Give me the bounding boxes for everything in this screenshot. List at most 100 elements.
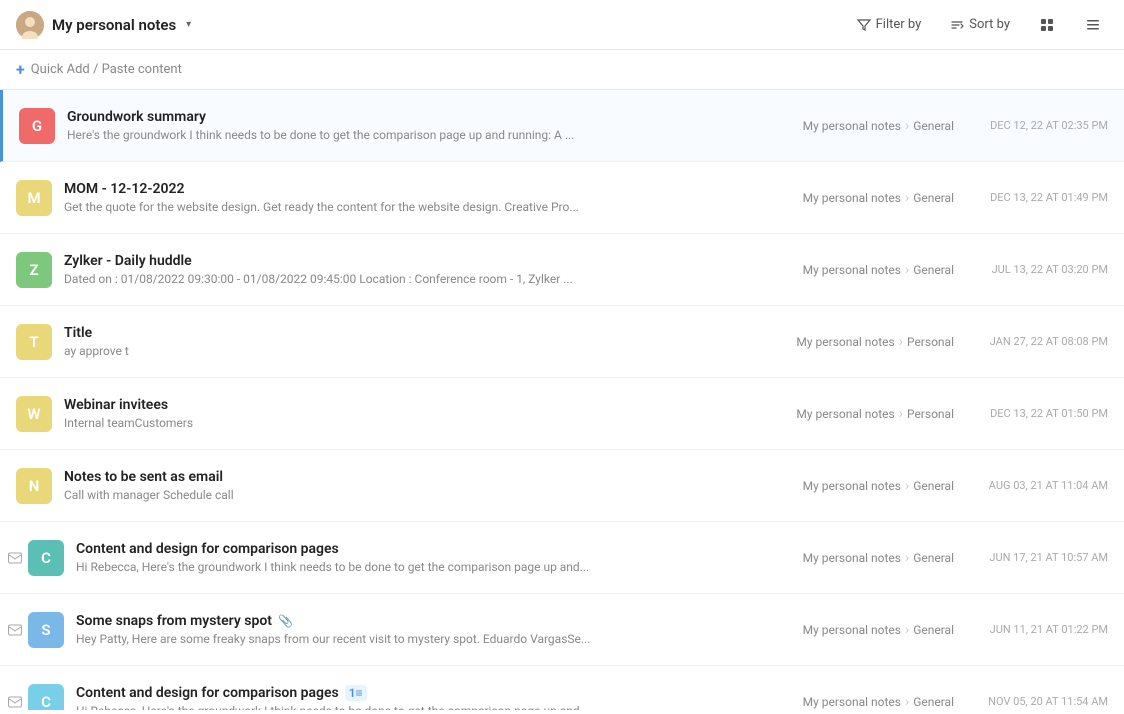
note-snippet: Hey Patty, Here are some freaky snaps fr… bbox=[76, 632, 626, 646]
note-notebook: My personal notes bbox=[803, 623, 901, 637]
note-snippet: Dated on : 01/08/2022 09:30:00 - 01/08/2… bbox=[64, 272, 614, 286]
note-title: Some snaps from mystery spot📎 bbox=[76, 613, 779, 629]
note-item[interactable]: W Webinar invitees Internal teamCustomer… bbox=[0, 378, 1124, 450]
workspace-chevron-icon[interactable]: ▾ bbox=[186, 19, 191, 30]
note-title: Content and design for comparison pages1… bbox=[76, 685, 779, 701]
list-view-button[interactable] bbox=[1078, 10, 1108, 40]
note-content: Content and design for comparison pages … bbox=[76, 541, 779, 574]
note-content: Zylker - Daily huddle Dated on : 01/08/2… bbox=[64, 253, 779, 286]
meta-separator: › bbox=[905, 694, 909, 710]
filter-button[interactable]: Filter by bbox=[850, 13, 928, 37]
note-content: Notes to be sent as email Call with mana… bbox=[64, 469, 779, 502]
note-avatar: G bbox=[19, 108, 55, 144]
avatar bbox=[16, 11, 44, 39]
note-notebook: My personal notes bbox=[803, 479, 901, 493]
note-avatar: C bbox=[28, 684, 64, 711]
workspace-title[interactable]: My personal notes bbox=[52, 16, 176, 34]
note-date: JUL 13, 22 AT 03:20 PM bbox=[978, 263, 1108, 276]
header: My personal notes ▾ Filter by Sort by bbox=[0, 0, 1124, 50]
note-item[interactable]: T Title ay approve t My personal notes ›… bbox=[0, 306, 1124, 378]
note-date: DEC 13, 22 AT 01:50 PM bbox=[978, 407, 1108, 420]
note-date: NOV 05, 20 AT 11:54 AM bbox=[978, 695, 1108, 708]
note-content: Groundwork summary Here's the groundwork… bbox=[67, 109, 779, 142]
note-meta: My personal notes › General bbox=[803, 478, 954, 494]
note-avatar: T bbox=[16, 324, 52, 360]
note-avatar: N bbox=[16, 468, 52, 504]
checklist-icon: 1≡ bbox=[345, 685, 367, 701]
note-item[interactable]: S Some snaps from mystery spot📎 Hey Patt… bbox=[0, 594, 1124, 666]
note-tag: General bbox=[913, 119, 954, 133]
menu-icon bbox=[1085, 17, 1101, 33]
note-tag: General bbox=[913, 191, 954, 205]
grid-view-button[interactable] bbox=[1032, 10, 1062, 40]
note-date: JUN 17, 21 AT 10:57 AM bbox=[978, 551, 1108, 564]
note-meta: My personal notes › General bbox=[803, 262, 954, 278]
note-content: Content and design for comparison pages1… bbox=[76, 685, 779, 710]
note-notebook: My personal notes bbox=[796, 407, 894, 421]
note-meta: My personal notes › General bbox=[803, 694, 954, 710]
note-item[interactable]: C Content and design for comparison page… bbox=[0, 522, 1124, 594]
meta-separator: › bbox=[899, 406, 903, 422]
sort-label: Sort by bbox=[969, 17, 1010, 32]
note-tag: General bbox=[913, 479, 954, 493]
meta-separator: › bbox=[905, 262, 909, 278]
note-snippet: Here's the groundwork I think needs to b… bbox=[67, 128, 617, 142]
note-date: DEC 13, 22 AT 01:49 PM bbox=[978, 191, 1108, 204]
meta-separator: › bbox=[905, 550, 909, 566]
note-meta: My personal notes › Personal bbox=[796, 406, 954, 422]
note-tag: General bbox=[913, 551, 954, 565]
note-snippet: Call with manager Schedule call bbox=[64, 488, 614, 502]
note-notebook: My personal notes bbox=[803, 695, 901, 709]
note-avatar: S bbox=[28, 612, 64, 648]
note-tag: Personal bbox=[907, 407, 954, 421]
note-title: Groundwork summary bbox=[67, 109, 779, 125]
quick-add-label: Quick Add / Paste content bbox=[31, 62, 182, 77]
note-notebook: My personal notes bbox=[803, 263, 901, 277]
note-meta: My personal notes › General bbox=[803, 550, 954, 566]
sort-icon bbox=[949, 17, 965, 33]
note-meta: My personal notes › General bbox=[803, 622, 954, 638]
sort-button[interactable]: Sort by bbox=[943, 13, 1016, 37]
notes-list: G Groundwork summary Here's the groundwo… bbox=[0, 90, 1124, 710]
note-meta: My personal notes › Personal bbox=[796, 334, 954, 350]
meta-separator: › bbox=[905, 190, 909, 206]
note-item[interactable]: N Notes to be sent as email Call with ma… bbox=[0, 450, 1124, 522]
meta-separator: › bbox=[905, 118, 909, 134]
email-indicator-icon bbox=[8, 696, 22, 707]
note-content: Webinar invitees Internal teamCustomers bbox=[64, 397, 772, 430]
quick-add-bar[interactable]: + Quick Add / Paste content bbox=[0, 50, 1124, 90]
note-notebook: My personal notes bbox=[796, 335, 894, 349]
note-title: Notes to be sent as email bbox=[64, 469, 779, 485]
email-indicator-icon bbox=[8, 624, 22, 635]
grid-icon bbox=[1039, 17, 1055, 33]
note-tag: General bbox=[913, 695, 954, 709]
header-left: My personal notes ▾ bbox=[16, 11, 191, 39]
note-item[interactable]: Z Zylker - Daily huddle Dated on : 01/08… bbox=[0, 234, 1124, 306]
note-notebook: My personal notes bbox=[803, 551, 901, 565]
note-title: Title bbox=[64, 325, 772, 341]
meta-separator: › bbox=[899, 334, 903, 350]
filter-label: Filter by bbox=[876, 17, 922, 32]
note-item[interactable]: C Content and design for comparison page… bbox=[0, 666, 1124, 710]
note-item[interactable]: G Groundwork summary Here's the groundwo… bbox=[0, 90, 1124, 162]
note-notebook: My personal notes bbox=[803, 119, 901, 133]
note-item[interactable]: M MOM - 12-12-2022 Get the quote for the… bbox=[0, 162, 1124, 234]
note-tag: General bbox=[913, 263, 954, 277]
note-date: AUG 03, 21 AT 11:04 AM bbox=[978, 479, 1108, 492]
note-avatar: W bbox=[16, 396, 52, 432]
note-title: Zylker - Daily huddle bbox=[64, 253, 779, 269]
note-date: JUN 11, 21 AT 01:22 PM bbox=[978, 623, 1108, 636]
note-tag: General bbox=[913, 623, 954, 637]
meta-separator: › bbox=[905, 478, 909, 494]
note-meta: My personal notes › General bbox=[803, 118, 954, 134]
note-meta: My personal notes › General bbox=[803, 190, 954, 206]
note-content: Some snaps from mystery spot📎 Hey Patty,… bbox=[76, 613, 779, 646]
note-avatar: Z bbox=[16, 252, 52, 288]
attachment-icon: 📎 bbox=[278, 614, 293, 628]
header-right: Filter by Sort by bbox=[850, 10, 1108, 40]
note-avatar: C bbox=[28, 540, 64, 576]
note-tag: Personal bbox=[907, 335, 954, 349]
note-date: JAN 27, 22 AT 08:08 PM bbox=[978, 335, 1108, 348]
note-avatar: M bbox=[16, 180, 52, 216]
note-snippet: Hi Rebecca, Here's the groundwork I thin… bbox=[76, 704, 626, 710]
